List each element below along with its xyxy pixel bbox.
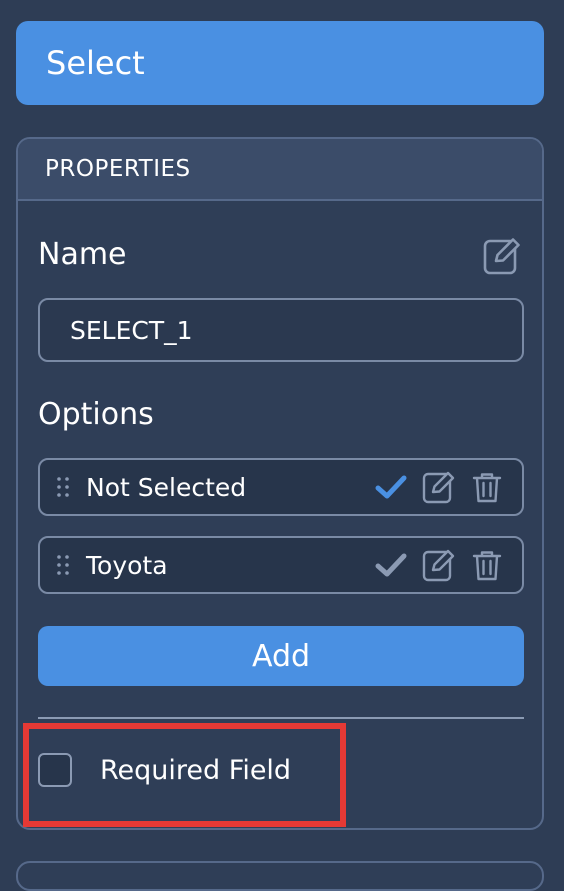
option-row-toyota[interactable]: Toyota [38, 536, 524, 594]
required-field-label[interactable]: Required Field [100, 755, 291, 786]
add-option-button[interactable]: Add [38, 626, 524, 686]
edit-option-icon[interactable] [422, 548, 456, 582]
drag-handle-icon[interactable] [56, 476, 70, 498]
edit-option-icon[interactable] [422, 470, 456, 504]
properties-heading: PROPERTIES [45, 156, 191, 182]
options-label: Options [38, 397, 154, 432]
properties-panel: PROPERTIES Name Options Not Selected [16, 137, 544, 830]
select-component-title: Select [46, 44, 145, 82]
select-component-button[interactable]: Select [16, 21, 544, 105]
trash-icon[interactable] [470, 470, 504, 504]
required-field-row[interactable]: Required Field [38, 753, 291, 787]
next-panel [16, 861, 544, 891]
option-label: Not Selected [86, 472, 247, 502]
option-row-not-selected[interactable]: Not Selected [38, 458, 524, 516]
divider [38, 717, 524, 719]
trash-icon[interactable] [470, 548, 504, 582]
edit-name-icon[interactable] [482, 236, 522, 276]
check-icon[interactable] [374, 548, 408, 582]
option-label: Toyota [86, 550, 168, 580]
name-field[interactable] [38, 298, 524, 362]
required-field-checkbox[interactable] [38, 753, 72, 787]
drag-handle-icon[interactable] [56, 554, 70, 576]
check-icon[interactable] [374, 470, 408, 504]
properties-header: PROPERTIES [18, 139, 542, 201]
name-label: Name [38, 237, 127, 272]
